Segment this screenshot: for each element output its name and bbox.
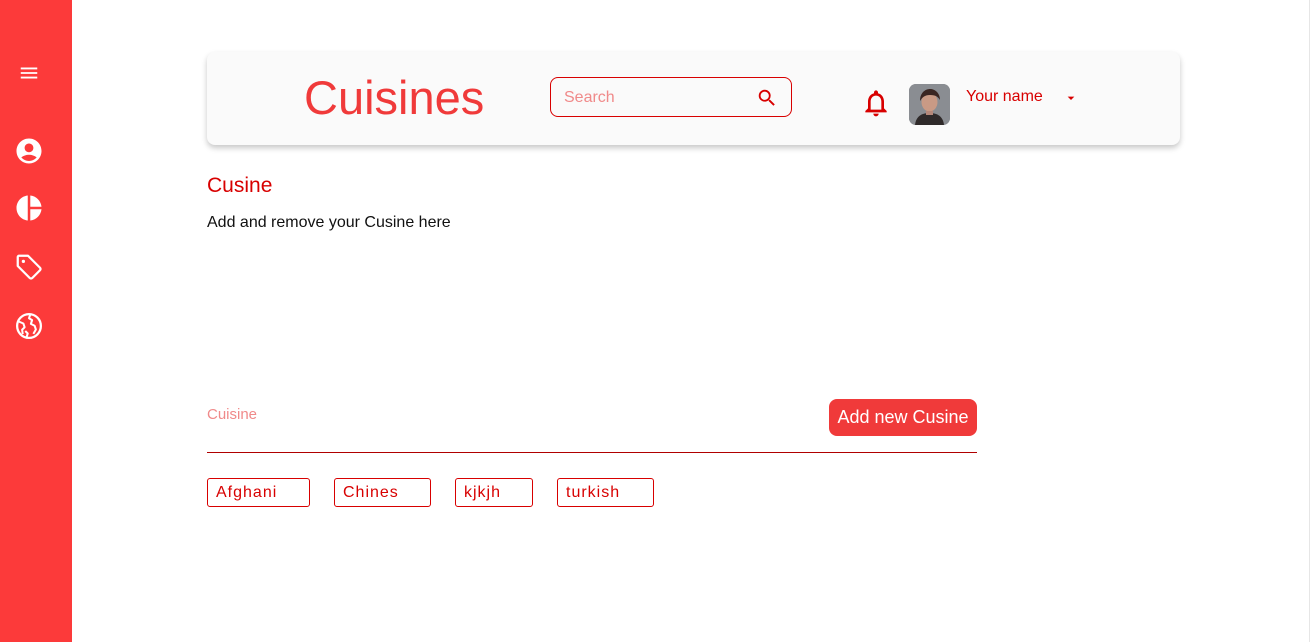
sidebar [0, 0, 72, 642]
cuisine-chip[interactable]: turkish [557, 478, 654, 507]
bell-icon[interactable] [860, 87, 892, 119]
pie-chart-icon[interactable] [13, 192, 45, 224]
cuisine-field-label[interactable]: Cuisine [207, 406, 257, 423]
page-title: Cuisines [304, 71, 485, 124]
cuisine-chip[interactable]: Chines [334, 478, 431, 507]
cuisine-chip[interactable]: kjkjh [455, 478, 533, 507]
window-edge [1309, 0, 1310, 642]
avatar[interactable] [909, 84, 950, 125]
add-cuisine-button[interactable]: Add new Cusine [829, 399, 977, 436]
user-name[interactable]: Your name [966, 88, 1043, 106]
cuisine-chip[interactable]: Afghani [207, 478, 310, 507]
search-input[interactable] [564, 87, 754, 109]
header-card: Cuisines Your name [207, 52, 1180, 145]
search-box[interactable] [550, 77, 792, 117]
globe-icon[interactable] [13, 310, 45, 342]
search-icon[interactable] [756, 87, 778, 109]
menu-icon[interactable] [13, 57, 45, 89]
section-title: Cusine [207, 174, 273, 197]
tag-icon[interactable] [13, 251, 45, 283]
account-circle-icon[interactable] [13, 135, 45, 167]
section-description: Add and remove your Cusine here [207, 214, 451, 231]
caret-down-icon[interactable] [1063, 90, 1079, 106]
cuisine-field-underline [207, 452, 977, 453]
